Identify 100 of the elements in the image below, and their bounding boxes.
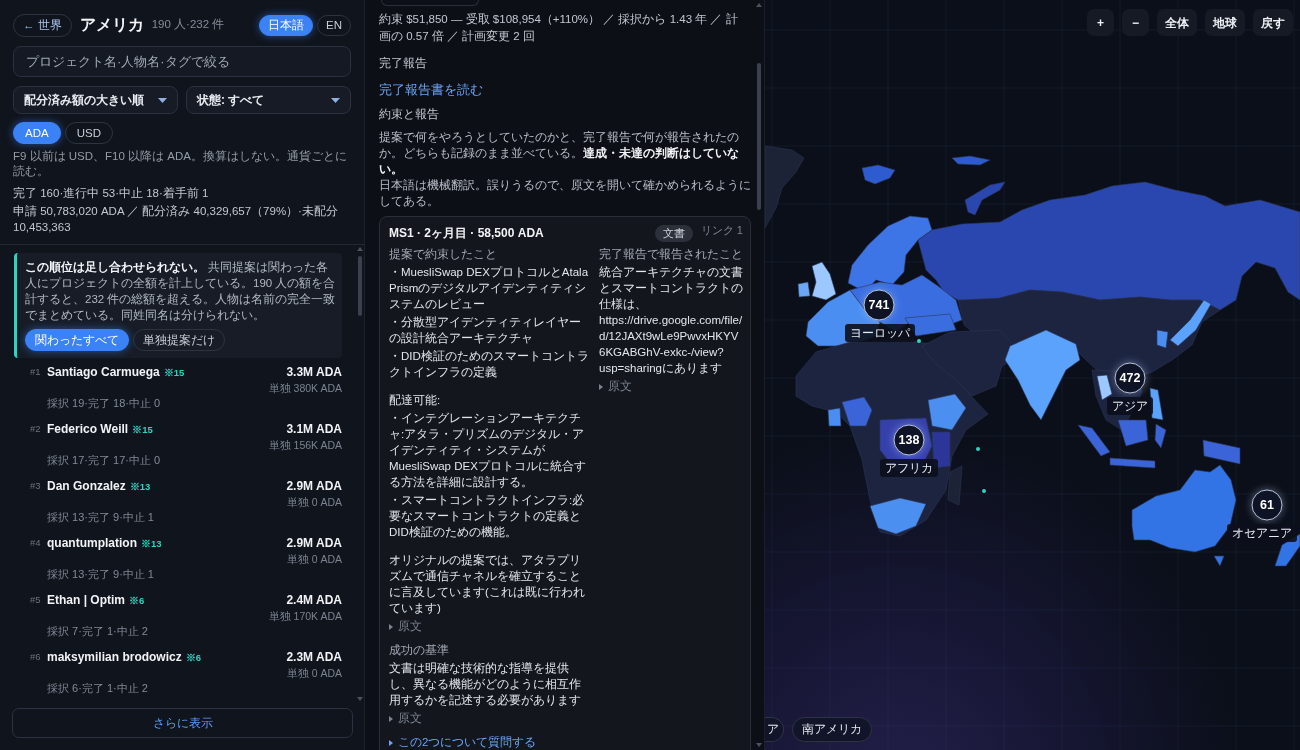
person-name[interactable]: Santiago Carmuega — [47, 363, 160, 381]
person-name[interactable]: Ethan | Optim — [47, 591, 126, 609]
solo-amount: 単独 0 ADA — [286, 553, 342, 566]
region-chip[interactable]: 南アメリカ — [792, 717, 872, 742]
project-count: ※13 — [141, 537, 162, 551]
translation-note: 日本語は機械翻訳。誤りうるので、原文を開いて確かめられるようにしてある。 — [379, 178, 751, 209]
region-chip[interactable]: ア — [765, 717, 784, 742]
language-tab[interactable]: 日本語 — [259, 14, 313, 36]
amount-total: 3.1M ADA — [285, 421, 342, 438]
scroll-up-icon — [756, 3, 762, 7]
milestone-title: MS1 · 2ヶ月目 · 58,500 ADA — [389, 225, 544, 242]
map-control-button[interactable]: 地球 — [1205, 9, 1245, 36]
filter-dropdown[interactable]: 配分済み額の大きい順 — [13, 86, 178, 114]
funding-totals: 申請 50,783,020 ADA ／ 配分済み 40,329,657（79%）·未配分 10,453,363 — [13, 204, 339, 235]
project-count: ※15 — [163, 366, 185, 380]
map-control-button[interactable]: 戻す — [1253, 9, 1293, 36]
report-link[interactable]: 完了報告書を読む — [379, 80, 483, 100]
scope-tab[interactable]: 関わったすべて — [25, 329, 129, 351]
caret-down-icon — [158, 97, 167, 103]
amount-total: 2.9M ADA — [286, 535, 342, 552]
promise-text: ・分散型アイデンティティレイヤーの設計統合アーキテクチャ — [389, 315, 582, 346]
scroll-down-icon — [357, 697, 363, 701]
criteria-text: 文書は明確な技術的な指導を提供し、異なる機能がどのように相互作用するかを記述する必要があります — [389, 661, 582, 708]
project-stats: 採択 6·完了 1·中止 2 — [47, 681, 148, 695]
region-label: アジア — [1107, 397, 1153, 415]
person-name[interactable]: Dan Gonzalez — [47, 477, 126, 495]
section-heading: 約束と報告 — [379, 107, 440, 122]
currency-note: F9 以前は USD、F10 以降は ADA。換算はしない。通貨ごとに読む。 — [13, 149, 348, 179]
person-name[interactable]: maksymilian brodowicz — [47, 648, 182, 666]
scrollbar-thumb[interactable] — [358, 256, 362, 316]
search-field[interactable]: プロジェクト名·人物名·タグで絞る — [13, 46, 351, 77]
rank-label: #2 — [30, 422, 42, 436]
filter-dropdown[interactable]: 状態: すべて — [186, 86, 351, 114]
original-toggle[interactable]: 原文 — [389, 711, 422, 726]
rank-label: #3 — [30, 479, 42, 493]
funding-summary: 約束 $51,850 — 受取 $108,954（+110%） ／ 採択から 1.43 年 ／ 計画の 0.57 倍 ／ 計画変更 2 回 — [379, 12, 739, 44]
report-text: 統合アーキテクチャの文書とスマートコントラクトの仕様は、https://drive.google.com/file/d/12JAXt9wLe9PwvxHKYV6KGABGhV-exkc-/view?usp=sharingにあります — [599, 265, 744, 376]
project-stats: 採択 7·完了 1·中止 2 — [47, 624, 148, 638]
column-heading: 成功の基準 — [389, 643, 450, 658]
solo-amount: 単独 0 ADA — [286, 496, 342, 509]
caret-right-icon — [389, 623, 393, 630]
status-counts: 完了 160·進行中 53·中止 18·着手前 1 — [13, 186, 210, 201]
link-count: リンク 1 — [700, 224, 743, 237]
section-heading: 完了報告 — [379, 56, 428, 71]
promise-text: ・DID検証のためのスマートコントラクトインフラの定義 — [389, 349, 590, 380]
solo-amount: 単独 380K ADA — [268, 382, 342, 395]
person-name[interactable]: quantumplation — [47, 534, 137, 552]
caret-down-icon — [331, 97, 340, 103]
promise-text: オリジナルの提案では、アタラプリズムで通信チャネルを確立することに言及しています(これは既に行われています) — [389, 553, 586, 616]
caret-right-icon — [389, 739, 393, 746]
amount-total: 2.4M ADA — [285, 592, 342, 609]
cluster-marker[interactable]: 61 — [1251, 489, 1283, 521]
region-label: ヨーロッパ — [845, 324, 915, 342]
caret-right-icon — [599, 383, 603, 390]
document-tag: 文書 — [654, 224, 693, 242]
rank-label: #4 — [30, 536, 42, 550]
map-control-button[interactable]: + — [1087, 9, 1114, 36]
map-point-icon — [982, 489, 986, 493]
notice-text: この順位は足し合わせられない。 共同提案は関わった各人にプロジェクトの全額を計上している。190 人の額を合計すると、232 件の総額を超える。人物は名前の完全一致でまとめている。同姓同名は分けられない。 — [25, 260, 336, 323]
column-heading: 完了報告で報告されたこと — [599, 247, 744, 262]
rank-label: #1 — [30, 365, 42, 379]
solo-amount: 単独 0 ADA — [286, 667, 342, 680]
show-more-button[interactable]: さらに表示 — [12, 708, 353, 738]
ask-question-link[interactable]: この2つについて質問する — [389, 735, 537, 750]
rank-label: #6 — [30, 650, 42, 664]
project-stats: 採択 19·完了 18·中止 0 — [47, 396, 161, 410]
region-label: オセアニア — [1227, 524, 1297, 542]
project-stats: 採択 17·完了 17·中止 0 — [47, 453, 161, 467]
amount-total: 2.9M ADA — [286, 478, 342, 495]
amount-total: 3.3M ADA — [285, 364, 342, 381]
currency-tab[interactable]: ADA — [13, 122, 61, 144]
region-summary: 190 人·232 件 — [151, 17, 225, 33]
caret-right-icon — [389, 715, 393, 722]
region-title: アメリカ — [79, 15, 144, 35]
original-toggle[interactable]: 原文 — [599, 379, 632, 394]
rank-label: #5 — [30, 593, 42, 607]
project-count: ※6 — [185, 651, 201, 665]
map-point-icon — [917, 339, 921, 343]
original-toggle[interactable]: 原文 — [389, 619, 422, 634]
scrollbar-thumb[interactable] — [757, 63, 761, 210]
map-control-button[interactable]: 全体 — [1157, 9, 1197, 36]
project-count: ※15 — [132, 423, 153, 437]
scroll-down-icon — [756, 743, 762, 747]
column-heading: 提案で約束したこと — [389, 247, 498, 262]
map-point-icon — [976, 447, 980, 451]
amount-total: 2.3M ADA — [286, 649, 342, 666]
map-canvas[interactable]: 741 ヨーロッパ 472 アジア 138 アフリカ 61 オセアニア + − 全体 地球 戻す ア 南アメリカ — [765, 0, 1300, 750]
project-count: ※6 — [129, 594, 145, 608]
map-control-button[interactable]: − — [1122, 9, 1149, 36]
person-name[interactable]: Federico Weill — [47, 420, 129, 438]
promise-text: 配達可能: — [389, 393, 442, 408]
solo-amount: 単独 156K ADA — [268, 439, 342, 452]
project-stats: 採択 13·完了 9·中止 1 — [47, 567, 154, 581]
project-stats: 採択 13·完了 9·中止 1 — [47, 510, 154, 524]
solo-amount: 単独 170K ADA — [268, 610, 342, 623]
promise-text: ・MuesliSwap DEXプロトコルとAtala Prismのデジタルアイデンティティシステムのレビュー — [389, 265, 590, 312]
project-count: ※13 — [129, 480, 151, 494]
intro-text: 提案で何をやろうとしていたのかと、完了報告で何が報告されたのか。どちらも記録のまま並べている。達成・未達の判断はしていない。 — [379, 130, 740, 177]
promise-text: ・インテグレーションアーキテクチャ:アタラ・プリズムのデジタル・アイデンティティ・システムがMuesliSwap DEXプロトコルに統合する方法を詳細に設計する。 — [389, 411, 587, 490]
promise-text: ・スマートコントラクトインフラ:必要なスマートコントラクトの定義とDID検証のための機能。 — [389, 493, 586, 540]
